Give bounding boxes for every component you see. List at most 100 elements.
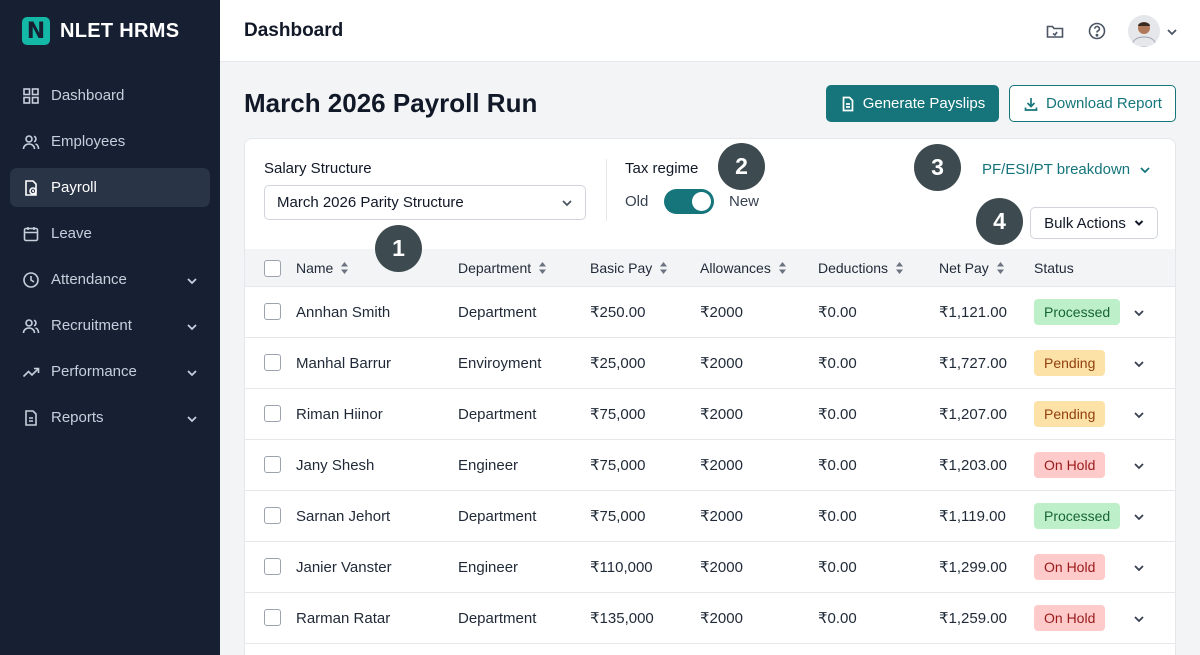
cell-department: Department <box>458 507 537 525</box>
tax-regime-toggle[interactable] <box>664 189 714 214</box>
sort-icon <box>659 262 668 274</box>
avatar[interactable] <box>1128 15 1160 47</box>
folder-icon[interactable] <box>1044 20 1066 42</box>
payroll-card: Salary Structure March 2026 Parity Struc… <box>244 138 1176 655</box>
select-all-checkbox[interactable] <box>264 260 281 277</box>
help-icon[interactable] <box>1086 20 1108 42</box>
chevron-down-icon[interactable] <box>186 366 198 378</box>
page-title: March 2026 Payroll Run <box>244 88 538 118</box>
sidebar-item-employees[interactable]: Employees <box>10 122 210 161</box>
column-header-label: Department <box>458 260 532 276</box>
row-checkbox[interactable] <box>264 558 281 575</box>
row-checkbox[interactable] <box>264 609 281 626</box>
sort-icon <box>538 262 547 274</box>
salary-structure-select[interactable]: March 2026 Parity Structure <box>264 185 586 220</box>
row-checkbox[interactable] <box>264 507 281 524</box>
table-row[interactable]: Rarman Ratar Department ₹135,000 ₹2000 ₹… <box>245 593 1175 644</box>
sidebar-item-reports[interactable]: Reports <box>10 398 210 437</box>
cell-allowances: ₹2000 <box>700 559 743 576</box>
chevron-down-icon[interactable] <box>186 274 198 286</box>
salary-structure-label: Salary Structure <box>264 160 372 177</box>
table-row[interactable]: Manhal Barrur Enviroyment ₹25,000 ₹2000 … <box>245 338 1175 389</box>
cell-basic-pay: ₹25,000 <box>590 355 646 372</box>
row-checkbox[interactable] <box>264 405 281 422</box>
breakdown-label: PF/ESI/PT breakdown <box>982 161 1131 178</box>
cell-basic-pay: ₹75,000 <box>590 457 646 474</box>
column-header-label: Name <box>296 260 334 276</box>
status-badge: On Hold <box>1034 605 1106 631</box>
cell-name: Manhal Barrur <box>296 354 392 372</box>
toggle-knob <box>692 192 711 211</box>
cell-deductions: ₹0.00 <box>818 508 857 525</box>
bulk-actions-button[interactable]: Bulk Actions <box>1030 207 1158 239</box>
cell-name: Janier Vanster <box>296 558 392 576</box>
grid-icon <box>22 87 40 105</box>
chevron-down-icon[interactable] <box>1133 459 1145 471</box>
sidebar-item-label: Attendance <box>51 271 127 288</box>
row-checkbox[interactable] <box>264 303 281 320</box>
chevron-down-icon[interactable] <box>186 320 198 332</box>
download-report-button[interactable]: Download Report <box>1009 85 1176 122</box>
table-row[interactable]: Sarnan Jehort Department ₹75,000 ₹2000 ₹… <box>245 491 1175 542</box>
status-badge: Processed <box>1034 299 1121 325</box>
sort-icon <box>996 262 1005 274</box>
sidebar-item-dashboard[interactable]: Dashboard <box>10 76 210 115</box>
chevron-down-icon[interactable] <box>186 412 198 424</box>
table-row[interactable]: Annhan Smith Department ₹250.00 ₹2000 ₹0… <box>245 287 1175 338</box>
brand-logo-icon: N <box>22 17 50 45</box>
column-header-basic-pay[interactable]: Basic Pay <box>590 249 668 287</box>
column-header-label: Status <box>1034 260 1074 276</box>
cell-deductions: ₹0.00 <box>818 304 857 321</box>
table-row[interactable]: Riman Hiinor Department ₹75,000 ₹2000 ₹0… <box>245 389 1175 440</box>
clock-icon <box>22 271 40 289</box>
chevron-down-icon[interactable] <box>1133 357 1145 369</box>
sidebar-item-recruitment[interactable]: Recruitment <box>10 306 210 345</box>
chevron-down-icon[interactable] <box>1133 408 1145 420</box>
column-header-net-pay[interactable]: Net Pay <box>939 249 1005 287</box>
chevron-down-icon <box>1140 166 1150 173</box>
tax-regime-new-label: New <box>729 193 760 210</box>
sidebar-item-label: Reports <box>51 409 104 426</box>
cell-department: Department <box>458 609 537 627</box>
sidebar-item-leave[interactable]: Leave <box>10 214 210 253</box>
cell-allowances: ₹2000 <box>700 406 743 423</box>
row-checkbox[interactable] <box>264 456 281 473</box>
chevron-down-icon[interactable] <box>1133 306 1145 318</box>
column-header-name[interactable]: Name <box>296 249 349 287</box>
pf-esi-pt-breakdown-dropdown[interactable]: PF/ESI/PT breakdown <box>982 161 1151 178</box>
chevron-down-icon[interactable] <box>1133 510 1145 522</box>
sort-icon <box>895 262 904 274</box>
callout-badge-1: 1 <box>375 225 422 272</box>
column-header-status: Status <box>1034 249 1074 287</box>
sidebar-item-performance[interactable]: Performance <box>10 352 210 391</box>
cell-department: Department <box>458 405 537 423</box>
column-header-label: Allowances <box>700 260 771 276</box>
table-row[interactable]: Janier Vanster Engineer ₹110,000 ₹2000 ₹… <box>245 542 1175 593</box>
chevron-down-icon[interactable] <box>1133 612 1145 624</box>
column-header-allowances[interactable]: Allowances <box>700 249 787 287</box>
generate-payslips-button[interactable]: Generate Payslips <box>826 85 999 122</box>
sidebar-item-label: Employees <box>51 133 126 150</box>
column-header-department[interactable]: Department <box>458 249 547 287</box>
cell-department: Department <box>458 303 537 321</box>
cell-allowances: ₹2000 <box>700 508 743 525</box>
divider <box>606 159 607 221</box>
brand[interactable]: N NLET HRMS <box>0 0 220 62</box>
cell-deductions: ₹0.00 <box>818 457 857 474</box>
bulk-actions-label: Bulk Actions <box>1044 214 1126 232</box>
sidebar-item-attendance[interactable]: Attendance <box>10 260 210 299</box>
sidebar-item-payroll[interactable]: Payroll <box>10 168 210 207</box>
chevron-down-icon[interactable] <box>1133 561 1145 573</box>
table-row[interactable]: Jany Shesh Engineer ₹75,000 ₹2000 ₹0.00 … <box>245 440 1175 491</box>
cell-basic-pay: ₹250.00 <box>590 304 646 321</box>
header-actions <box>1024 0 1178 62</box>
sidebar-item-label: Leave <box>51 225 92 242</box>
chevron-down-icon[interactable] <box>1166 25 1178 37</box>
column-header-deductions[interactable]: Deductions <box>818 249 904 287</box>
sort-icon <box>778 262 787 274</box>
sort-icon <box>340 262 349 274</box>
sidebar-item-label: Performance <box>51 363 137 380</box>
tax-regime-label: Tax regime <box>625 160 699 177</box>
row-checkbox[interactable] <box>264 354 281 371</box>
cell-basic-pay: ₹75,000 <box>590 508 646 525</box>
